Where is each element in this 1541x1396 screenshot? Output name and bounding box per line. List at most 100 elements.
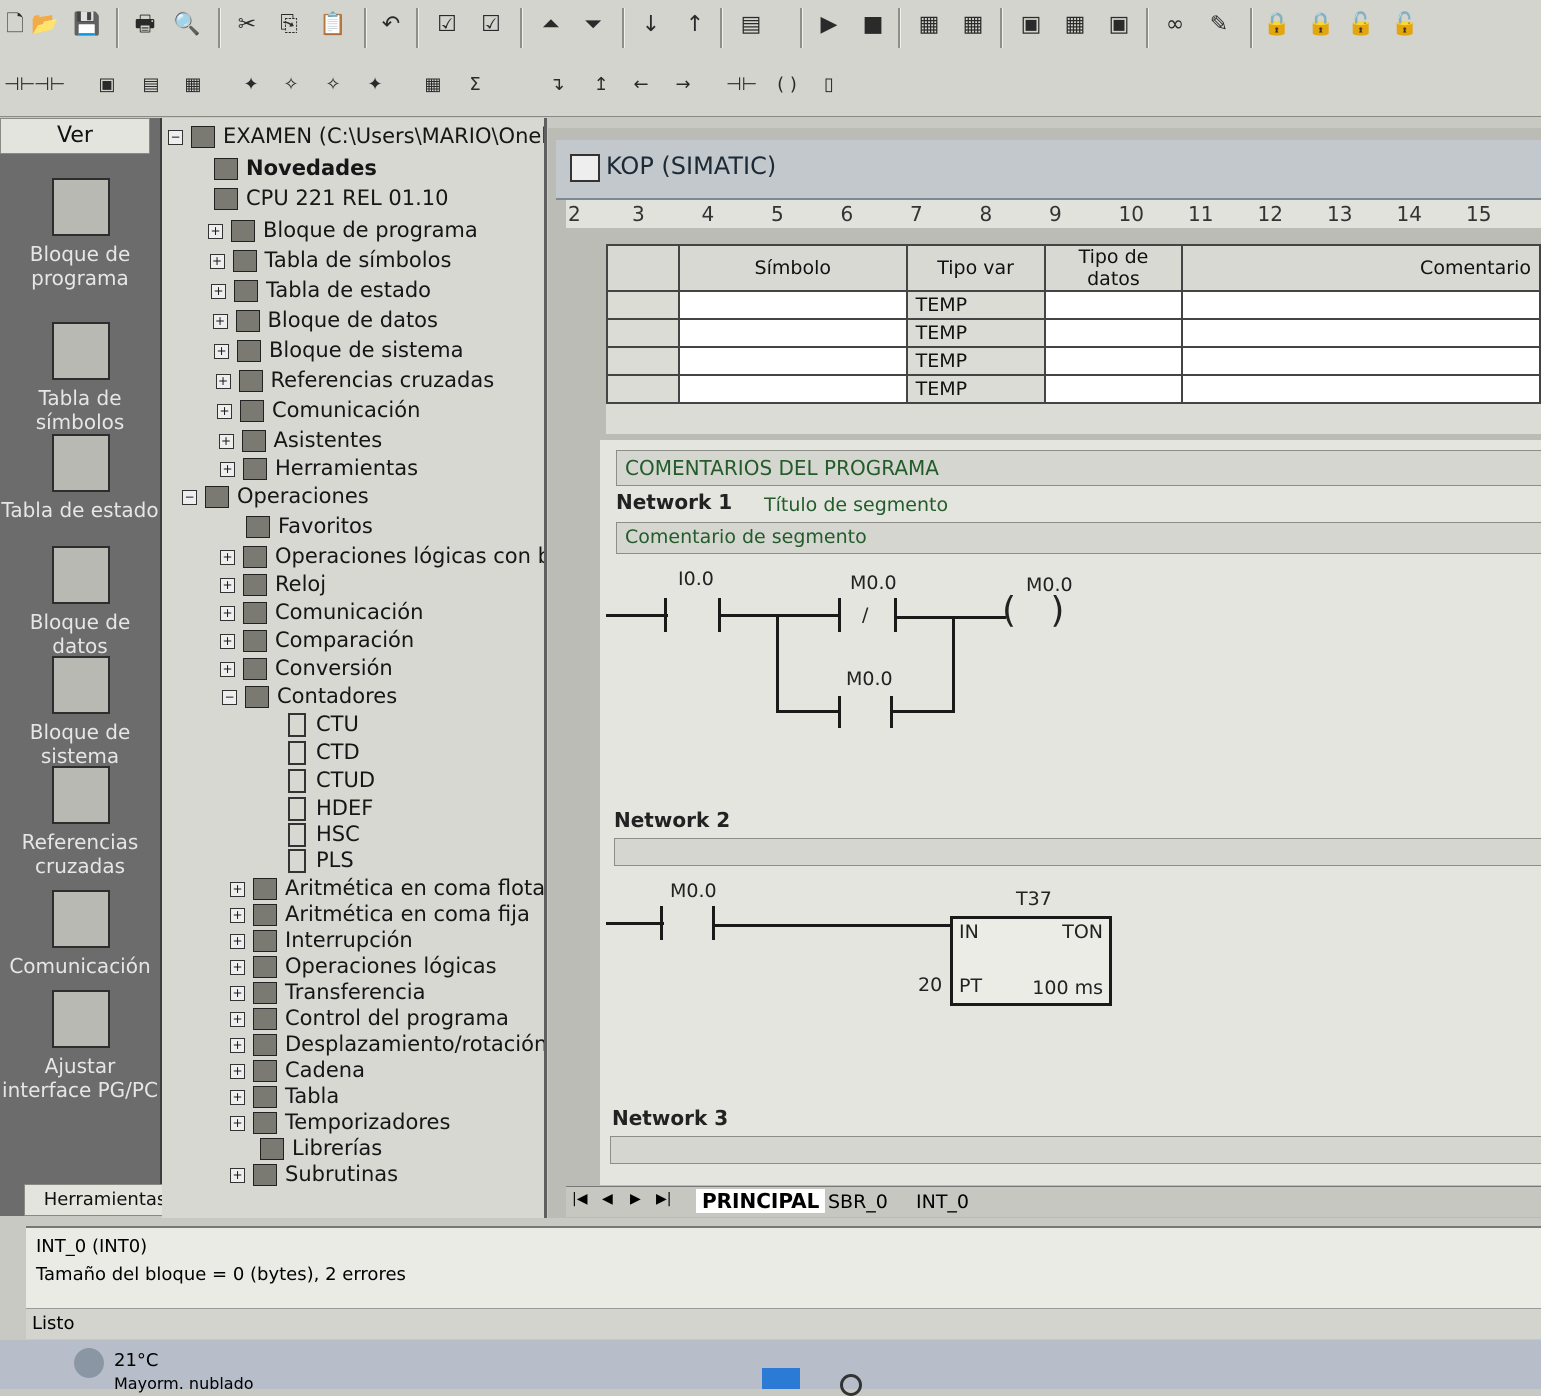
tree-item-counter[interactable]: HDEF: [288, 794, 373, 822]
program-comment-bar[interactable]: COMENTARIOS DEL PROGRAMA: [616, 450, 1541, 486]
compile-all-icon[interactable]: ☑: [476, 10, 506, 40]
search-icon[interactable]: [840, 1374, 862, 1396]
expand-icon[interactable]: +: [230, 933, 245, 949]
expand-icon[interactable]: +: [230, 1037, 245, 1053]
tree-item-op[interactable]: + Operaciones lógicas: [230, 952, 497, 980]
compare-icon[interactable]: ▣: [1104, 10, 1134, 40]
tree-item[interactable]: + Comunicación: [217, 396, 420, 424]
options-icon[interactable]: ▤: [736, 10, 766, 40]
ladder-diagram[interactable]: COMENTARIOS DEL PROGRAMA Network 1 Títul…: [600, 440, 1541, 1185]
tab-principal[interactable]: PRINCIPAL: [696, 1189, 826, 1213]
expand-icon[interactable]: +: [230, 985, 245, 1001]
expand-icon[interactable]: +: [220, 461, 235, 477]
line-right-icon[interactable]: →: [668, 70, 698, 100]
open-icon[interactable]: 📂: [30, 10, 60, 40]
tree-item[interactable]: + Bloque de programa: [208, 216, 478, 244]
expand-icon[interactable]: +: [212, 313, 228, 329]
tree-item-op[interactable]: + Aritmética en coma flotante: [230, 874, 544, 902]
download-icon[interactable]: ⏷: [578, 10, 608, 40]
tree-item-operaciones[interactable]: − Operaciones: [182, 482, 369, 510]
tree-item-op[interactable]: Librerías: [260, 1134, 382, 1162]
network-insert-icon[interactable]: ▦: [418, 70, 448, 100]
tree-item-op[interactable]: + Operaciones lógicas con bits: [220, 542, 544, 570]
tree-item-counter[interactable]: CTUD: [288, 766, 375, 794]
var-symbol-cell[interactable]: [677, 290, 908, 320]
weather-desc[interactable]: Mayorm. nublado: [114, 1374, 254, 1393]
tree-item-op[interactable]: + Tabla: [230, 1082, 339, 1110]
print-icon[interactable]: 🖶: [130, 10, 160, 40]
line-down-icon[interactable]: ↴: [542, 70, 572, 100]
view-fbd-icon[interactable]: ▦: [178, 70, 208, 100]
network1-title[interactable]: Título de segmento: [764, 494, 948, 516]
var-datatype-cell[interactable]: [1043, 290, 1184, 320]
expand-icon[interactable]: +: [208, 223, 223, 239]
tree-item-op[interactable]: + Comparación: [220, 626, 414, 654]
weather-icon[interactable]: [74, 1348, 104, 1378]
symbol-info-icon[interactable]: Σ: [460, 70, 490, 100]
var-datatype-cell[interactable]: [1043, 318, 1184, 348]
tree-item-op[interactable]: + Temporizadores: [230, 1108, 450, 1136]
tree-item-op[interactable]: + Interrupción: [230, 926, 413, 954]
var-symbol-cell[interactable]: [677, 318, 908, 348]
tree-item[interactable]: + Tabla de estado: [211, 276, 431, 304]
expand-icon[interactable]: +: [215, 373, 231, 389]
timer-address[interactable]: T37: [1016, 888, 1052, 910]
expand-icon[interactable]: +: [230, 1115, 245, 1131]
tree-item-counter[interactable]: CTU: [288, 710, 359, 738]
tree-item[interactable]: + Bloque de datos: [212, 306, 438, 334]
bookmark-clear-icon[interactable]: ✦: [360, 70, 390, 100]
n1-branch-address[interactable]: M0.0: [846, 668, 893, 690]
sort-asc-icon[interactable]: ↓: [636, 10, 666, 40]
expand-icon[interactable]: +: [230, 1089, 245, 1105]
line-up-icon[interactable]: ↥: [586, 70, 616, 100]
lock2-icon[interactable]: 🔒: [1306, 10, 1336, 40]
upload-icon[interactable]: ⏶: [536, 10, 566, 40]
cut-icon[interactable]: ✂: [232, 10, 262, 40]
expand-icon[interactable]: +: [230, 881, 245, 897]
lock-icon[interactable]: 🔒: [1262, 10, 1292, 40]
compile-icon[interactable]: ☑: [432, 10, 462, 40]
save-icon[interactable]: 💾: [72, 10, 102, 40]
collapse-icon[interactable]: −: [168, 129, 183, 145]
tree-item-op[interactable]: + Control del programa: [230, 1004, 509, 1032]
contact-icon[interactable]: ⊣⊢: [726, 70, 757, 100]
var-comment-cell[interactable]: [1181, 346, 1541, 376]
bookmark-icon[interactable]: ✦: [236, 70, 266, 100]
network3-label[interactable]: Network 3: [612, 1106, 728, 1130]
stop-icon[interactable]: ■: [858, 10, 888, 40]
var-comment-cell[interactable]: [1181, 290, 1541, 320]
collapse-icon[interactable]: −: [182, 489, 197, 505]
nav-header[interactable]: Ver: [0, 118, 150, 154]
coil-icon[interactable]: ( ): [772, 70, 802, 100]
tab-nav-last[interactable]: ▶|: [656, 1191, 671, 1207]
expand-icon[interactable]: +: [230, 1011, 245, 1027]
n1-coil-address[interactable]: M0.0: [1026, 574, 1073, 596]
tree-item[interactable]: + Bloque de sistema: [214, 336, 463, 364]
expand-icon[interactable]: +: [230, 907, 245, 923]
tree-item-op[interactable]: + Cadena: [230, 1056, 365, 1084]
expand-icon[interactable]: +: [214, 343, 229, 359]
program-status-icon[interactable]: ▦: [914, 10, 944, 40]
n1-contact2-address[interactable]: M0.0: [850, 572, 897, 594]
timer-pt-value[interactable]: 20: [918, 974, 942, 996]
tree-item-contadores[interactable]: − Contadores: [222, 682, 397, 710]
network1-comment-bar[interactable]: Comentario de segmento: [616, 522, 1541, 554]
unlock-icon[interactable]: 🔓: [1346, 10, 1376, 40]
n1-contact1-address[interactable]: I0.0: [678, 568, 714, 590]
var-table[interactable]: Símbolo Tipo var Tipo de datos Comentari…: [606, 244, 1541, 404]
tab-nav-next[interactable]: ▶: [630, 1191, 641, 1207]
collapse-icon[interactable]: −: [222, 689, 237, 705]
paste-icon[interactable]: 📋: [318, 10, 348, 40]
print-preview-icon[interactable]: 🔍: [172, 10, 202, 40]
expand-icon[interactable]: +: [220, 633, 235, 649]
n1-coil[interactable]: ( ): [1002, 590, 1064, 631]
tree-item[interactable]: + Referencias cruzadas: [215, 366, 494, 394]
run-icon[interactable]: ▶: [814, 10, 844, 40]
tree-item[interactable]: + Tabla de símbolos: [209, 246, 451, 274]
undo-icon[interactable]: ↶: [376, 10, 406, 40]
n2-contact-address[interactable]: M0.0: [670, 880, 717, 902]
tree-item-op[interactable]: + Aritmética en coma fija: [230, 900, 530, 928]
view-stl-icon[interactable]: ▤: [136, 70, 166, 100]
tree-item-counter[interactable]: PLS: [288, 846, 354, 874]
network1-label[interactable]: Network 1: [616, 490, 732, 514]
